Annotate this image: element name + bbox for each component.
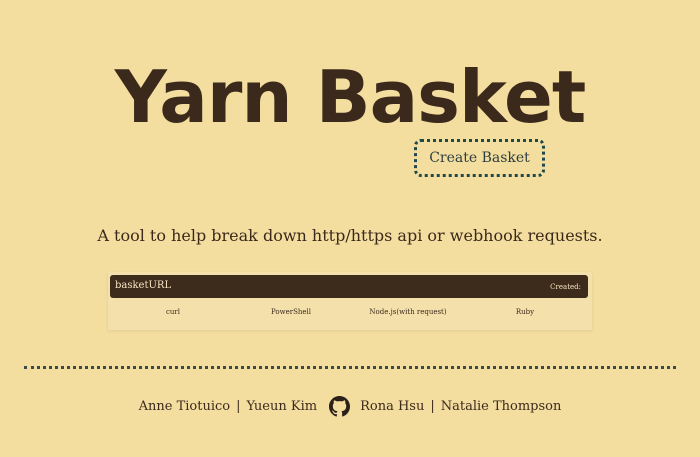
tab-powershell[interactable]: PowerShell <box>271 308 311 316</box>
github-icon[interactable] <box>329 395 351 417</box>
create-basket-button[interactable]: Create Basket <box>414 139 545 177</box>
author-name: Anne Tiotuico <box>138 398 231 414</box>
basket-url-label: basketURL <box>115 280 172 291</box>
tagline: A tool to help break down http/https api… <box>97 226 603 245</box>
footer: Anne Tiotuico | Yueun Kim Rona Hsu | Nat… <box>0 395 700 417</box>
author-separator: | <box>236 398 241 414</box>
author-name: Natalie Thompson <box>440 398 562 414</box>
page-title: Yarn Basket <box>114 55 586 139</box>
basket-created-label: Created: <box>550 283 581 291</box>
tab-nodejs[interactable]: Node.js(with request) <box>369 308 446 316</box>
author-name: Yueun Kim <box>246 398 318 414</box>
footer-divider <box>24 366 676 369</box>
tab-curl[interactable]: curl <box>166 308 180 316</box>
basket-panel: basketURL Created: curl PowerShell Node.… <box>108 272 592 330</box>
author-separator: | <box>430 398 435 414</box>
tab-ruby[interactable]: Ruby <box>516 308 534 316</box>
request-language-tabs: curl PowerShell Node.js(with request) Ru… <box>108 308 592 322</box>
author-name: Rona Hsu <box>360 398 425 414</box>
basket-header-bar: basketURL Created: <box>110 275 588 298</box>
